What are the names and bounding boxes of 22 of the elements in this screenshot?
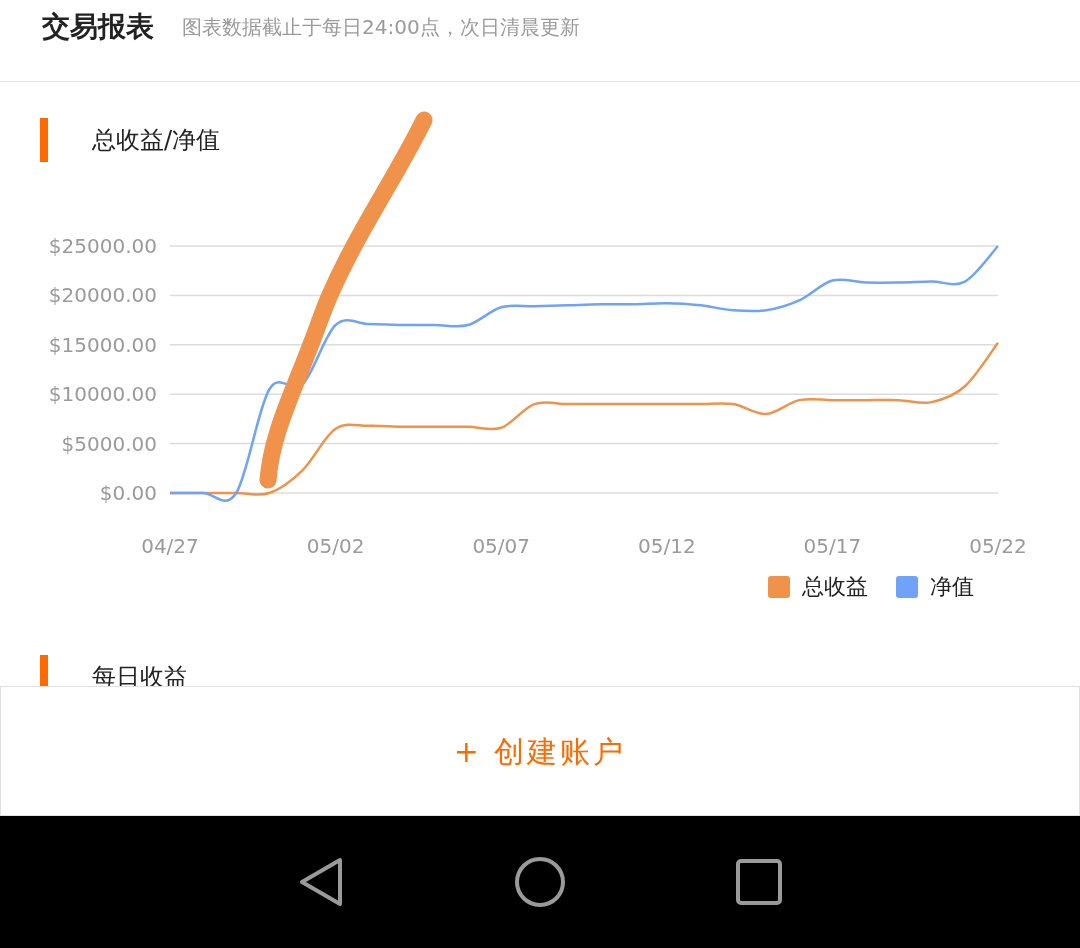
x-axis-label: 05/17: [803, 534, 862, 558]
x-axis-label: 05/22: [969, 534, 1027, 558]
x-axis-label: 04/27: [141, 534, 199, 558]
y-axis-label: $15000.00: [48, 332, 157, 357]
legend-label: 净值: [930, 573, 974, 601]
y-axis-label: $20000.00: [48, 283, 157, 308]
y-axis-label: $25000.00: [48, 234, 157, 258]
section-marker: [40, 118, 48, 162]
update-note: 图表数据截止于每日24:00点，次日清晨更新: [182, 14, 580, 41]
recents-icon[interactable]: [736, 859, 782, 905]
x-axis-label: 05/02: [306, 534, 365, 558]
legend-label: 总收益: [802, 573, 868, 601]
y-axis-label: $10000.00: [48, 382, 157, 407]
x-axis-label: 05/12: [638, 534, 696, 558]
home-icon[interactable]: [514, 856, 566, 908]
create-account-button[interactable]: + 创建账户: [437, 720, 643, 782]
y-axis-label: $5000.00: [61, 431, 157, 456]
section-title: 总收益/净值: [92, 125, 221, 156]
y-axis-label: $0.00: [99, 481, 157, 505]
back-icon[interactable]: [298, 856, 344, 908]
page-title: 交易报表: [42, 9, 154, 45]
x-axis-label: 05/07: [472, 534, 530, 558]
